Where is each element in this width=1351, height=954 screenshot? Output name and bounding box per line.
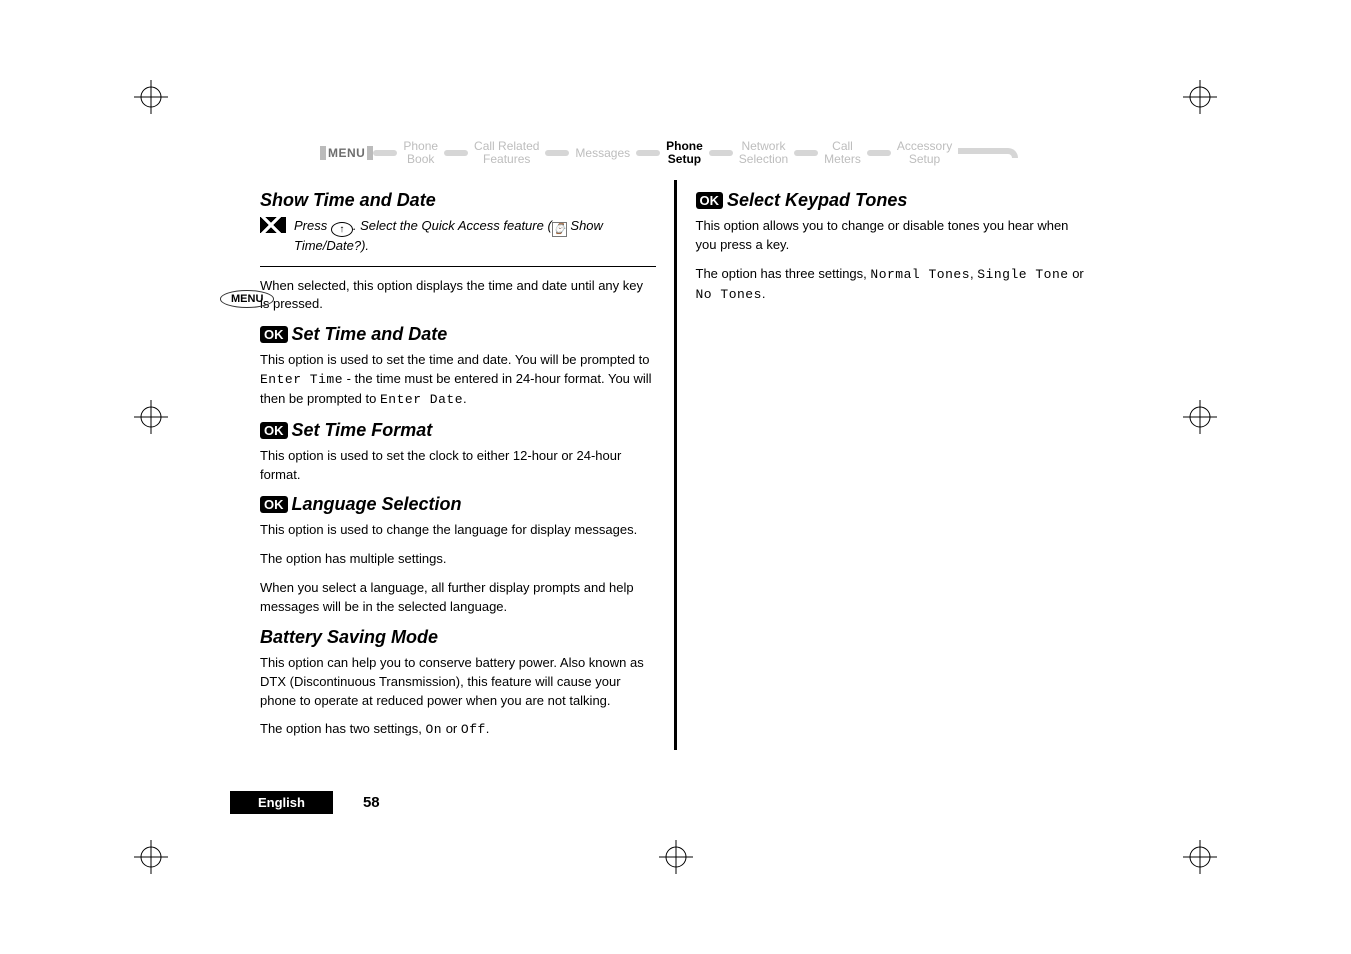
body-text: When selected, this option displays the … [260,277,656,315]
body-text: When you select a language, all further … [260,579,656,617]
registration-mark [659,840,693,874]
menubar-item-accessory-setup: AccessorySetup [891,140,958,166]
side-icon-stack: MENU [220,290,274,308]
body-text: This option can help you to conserve bat… [260,654,656,711]
menubar-item-network-selection: NetworkSelection [733,140,794,166]
heading-set-time-format: OKSet Time Format [260,420,656,441]
body-text: The option has multiple settings. [260,550,656,569]
registration-mark [134,80,168,114]
breadcrumb-tail [958,148,1018,158]
menubar-item-call-related: Call RelatedFeatures [468,140,545,166]
breadcrumb-separator [636,150,660,156]
heading-language-selection: OKLanguage Selection [260,494,656,515]
menu-breadcrumb: MENU PhoneBook Call RelatedFeatures Mess… [260,140,1091,166]
heading-show-time-and-date: Show Time and Date [260,190,656,211]
body-text: This option is used to set the clock to … [260,447,656,485]
registration-mark [1183,400,1217,434]
footer-page-number: 58 [363,794,380,811]
quick-access-text: Press ↑. Select the Quick Access feature… [294,217,656,255]
registration-mark [134,400,168,434]
breadcrumb-separator [794,150,818,156]
body-text: The option has three settings, Normal To… [696,265,1092,305]
heading-battery-saving-mode: Battery Saving Mode [260,627,656,648]
breadcrumb-separator [867,150,891,156]
registration-mark [134,840,168,874]
ok-pill-icon: OK [260,496,288,513]
left-column: Show Time and Date Press ↑. Select the Q… [260,180,656,750]
up-arrow-key-icon: ↑ [331,222,353,237]
ok-pill-icon: OK [260,326,288,343]
menu-lead: MENU [320,146,373,160]
page-footer: English 58 [230,791,380,814]
menubar-item-messages: Messages [569,147,636,160]
registration-mark [1183,80,1217,114]
menu-key-icon: MENU [220,290,274,308]
quick-access-callout: Press ↑. Select the Quick Access feature… [260,217,656,266]
breadcrumb-separator [545,150,569,156]
menubar-item-call-meters: CallMeters [818,140,867,166]
quick-access-icon [260,217,286,233]
column-divider [674,180,677,750]
body-text: This option is used to set the time and … [260,351,656,410]
body-text: This option is used to change the langua… [260,521,656,540]
body-text: This option allows you to change or disa… [696,217,1092,255]
heading-set-time-and-date: OKSet Time and Date [260,324,656,345]
right-column: OKSelect Keypad Tones This option allows… [696,180,1092,750]
page-content: MENU PhoneBook Call RelatedFeatures Mess… [260,140,1091,814]
breadcrumb-separator [709,150,733,156]
ok-pill-icon: OK [696,192,724,209]
breadcrumb-separator [444,150,468,156]
menubar-item-phone-setup: PhoneSetup [660,140,709,166]
heading-select-keypad-tones: OKSelect Keypad Tones [696,190,1092,211]
clock-glyph-icon: ⌚ [552,222,567,237]
registration-mark [1183,840,1217,874]
menubar-item-phone-book: PhoneBook [397,140,444,166]
body-text: The option has two settings, On or Off. [260,720,656,740]
footer-language-badge: English [230,791,333,814]
breadcrumb-separator [373,150,397,156]
ok-pill-icon: OK [260,422,288,439]
